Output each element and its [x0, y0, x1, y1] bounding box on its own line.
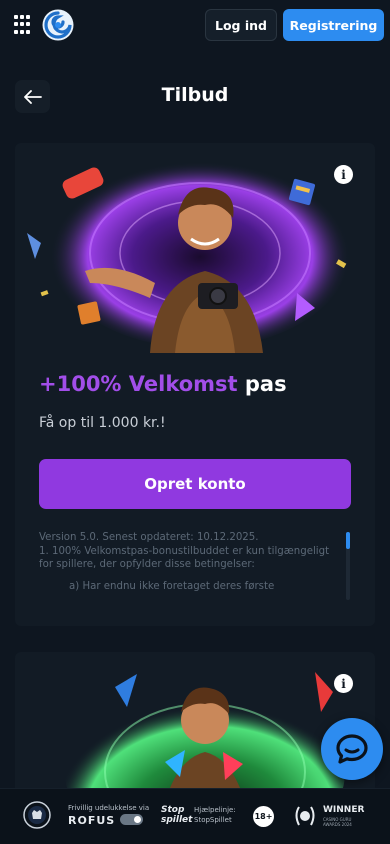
terms-line: Version 5.0. Senest opdateret: 10.12.202… — [39, 532, 259, 543]
laurel-icon — [295, 806, 315, 826]
welcome-offer-illustration — [27, 158, 350, 353]
terms-line: a) Har endnu ikke foretaget deres første — [69, 580, 275, 592]
rofus-toggle-icon — [120, 814, 143, 825]
page-title: Tilbud — [161, 84, 229, 106]
offer-title-rest: pas — [237, 372, 287, 396]
register-button[interactable]: Registrering — [283, 9, 384, 41]
top-bar: Log ind Registrering — [0, 0, 390, 50]
helpline-label: Hjælpelinje: — [194, 806, 236, 814]
stop-logo-bottom: spillet — [161, 815, 193, 825]
age-limit-badge: 18+ — [253, 806, 274, 827]
offer-subtitle: Få op til 1.000 kr.! — [39, 415, 166, 431]
login-button[interactable]: Log ind — [205, 9, 277, 41]
offer-card: i +100% Velkomst pas Få op til 1.000 kr.… — [15, 143, 375, 626]
helpline-text: Hjælpelinje: StopSpillet — [194, 805, 236, 825]
stopspillet-logo[interactable]: Stop spillet — [161, 805, 192, 825]
terms-text[interactable]: Version 5.0. Senest opdateret: 10.12.202… — [39, 531, 339, 601]
create-account-button[interactable]: Opret konto — [39, 459, 351, 509]
award-caption-line2: AWARDS 2024 — [323, 822, 352, 827]
brand-logo[interactable] — [42, 9, 74, 41]
terms-scrollbar-thumb[interactable] — [346, 532, 350, 549]
rofus-logo[interactable]: ROFUS — [68, 814, 115, 827]
stop-logo-top: Stop — [161, 805, 185, 815]
award-title: WINNER — [323, 805, 365, 815]
info-icon[interactable]: i — [334, 165, 353, 184]
live-chat-button[interactable] — [321, 718, 383, 780]
page: Log ind Registrering Tilbud i +100% Velk… — [0, 0, 390, 844]
helpline-name: StopSpillet — [194, 816, 232, 824]
rofus-caption: Frivillig udelukkelse via — [68, 804, 150, 812]
terms-line: 1. 100% Velkomstpas-bonustilbuddet er ku… — [39, 545, 330, 571]
offer-title-accent: +100% Velkomst — [39, 372, 238, 396]
danish-gambling-authority-logo[interactable] — [23, 801, 51, 829]
award-caption: CASINO GURU AWARDS 2024 — [323, 817, 352, 827]
footer-bar: Frivillig udelukkelse via ROFUS Stop spi… — [0, 788, 390, 844]
offer-title: +100% Velkomst pas — [39, 372, 287, 396]
chat-bubble-icon — [336, 734, 368, 764]
menu-grid-icon[interactable] — [14, 15, 34, 35]
info-icon[interactable]: i — [334, 674, 353, 693]
